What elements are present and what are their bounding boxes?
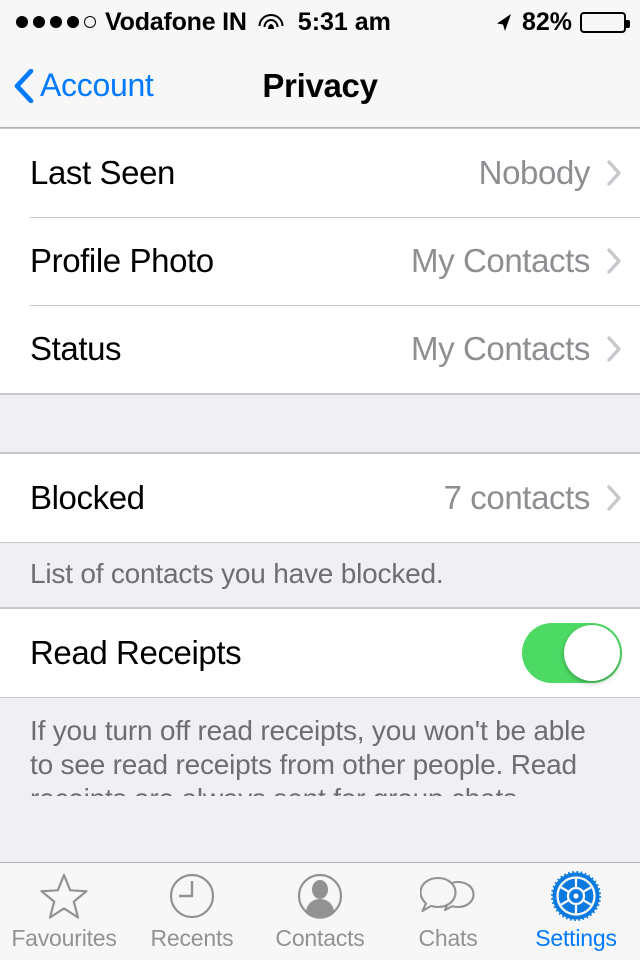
star-icon [39, 871, 89, 921]
signal-dot-4 [67, 16, 79, 28]
tab-settings[interactable]: Settings [512, 871, 640, 952]
signal-dot-2 [33, 16, 45, 28]
row-last-seen-label: Last Seen [30, 154, 479, 192]
blocked-footer-text: List of contacts you have blocked. [0, 543, 640, 608]
row-status-label: Status [30, 330, 411, 368]
row-read-receipts-label: Read Receipts [30, 634, 522, 672]
tab-settings-label: Settings [535, 925, 617, 952]
read-receipts-toggle[interactable] [522, 623, 622, 683]
row-blocked[interactable]: Blocked 7 contacts [0, 454, 640, 542]
read-receipts-footer-text: If you turn off read receipts, you won't… [0, 698, 640, 796]
tab-favourites-label: Favourites [11, 925, 116, 952]
signal-dot-1 [16, 16, 28, 28]
chevron-right-icon [606, 247, 622, 275]
row-last-seen[interactable]: Last Seen Nobody [0, 129, 640, 217]
read-receipts-group: Read Receipts [0, 608, 640, 698]
clock-icon [168, 871, 216, 921]
wifi-icon [258, 13, 284, 32]
row-profile-photo-label: Profile Photo [30, 242, 411, 280]
carrier-name: Vodafone IN [105, 8, 247, 37]
battery-icon [580, 12, 626, 33]
section-spacer [0, 394, 640, 453]
tab-contacts-label: Contacts [275, 925, 364, 952]
signal-dot-3 [50, 16, 62, 28]
status-bar-left: Vodafone IN 5:31 am [16, 8, 494, 37]
back-button[interactable]: Account [14, 67, 154, 104]
person-circle-icon [296, 871, 344, 921]
row-status-value: My Contacts [411, 330, 590, 368]
tab-favourites[interactable]: Favourites [0, 871, 128, 952]
tab-chats[interactable]: Chats [384, 871, 512, 952]
status-bar-clock: 5:31 am [298, 8, 391, 37]
speech-bubbles-icon [420, 871, 476, 921]
signal-strength-dots [16, 16, 96, 28]
row-blocked-label: Blocked [30, 479, 444, 517]
chevron-right-icon [606, 335, 622, 363]
tab-bar: Favourites Recents Contacts [0, 862, 640, 960]
back-button-label: Account [40, 67, 154, 104]
status-bar: Vodafone IN 5:31 am 82% [0, 0, 640, 44]
blocked-group: Blocked 7 contacts [0, 453, 640, 543]
row-profile-photo-value: My Contacts [411, 242, 590, 280]
gear-icon [551, 871, 601, 921]
tab-chats-label: Chats [418, 925, 477, 952]
navigation-bar: Account Privacy [0, 44, 640, 128]
tab-recents[interactable]: Recents [128, 871, 256, 952]
row-status[interactable]: Status My Contacts [0, 305, 640, 393]
privacy-group: Last Seen Nobody Profile Photo My Contac… [0, 128, 640, 394]
row-blocked-value: 7 contacts [444, 479, 590, 517]
privacy-settings-screen: Vodafone IN 5:31 am 82% Account Privacy [0, 0, 640, 960]
location-arrow-icon [494, 12, 514, 32]
chevron-left-icon [14, 69, 34, 103]
status-bar-right: 82% [494, 8, 626, 37]
row-read-receipts: Read Receipts [0, 609, 640, 697]
tab-recents-label: Recents [151, 925, 234, 952]
tab-contacts[interactable]: Contacts [256, 871, 384, 952]
toggle-knob [564, 625, 620, 681]
row-profile-photo[interactable]: Profile Photo My Contacts [0, 217, 640, 305]
battery-percentage: 82% [522, 8, 572, 37]
chevron-right-icon [606, 159, 622, 187]
row-last-seen-value: Nobody [479, 154, 590, 192]
signal-dot-5 [84, 16, 96, 28]
chevron-right-icon [606, 484, 622, 512]
